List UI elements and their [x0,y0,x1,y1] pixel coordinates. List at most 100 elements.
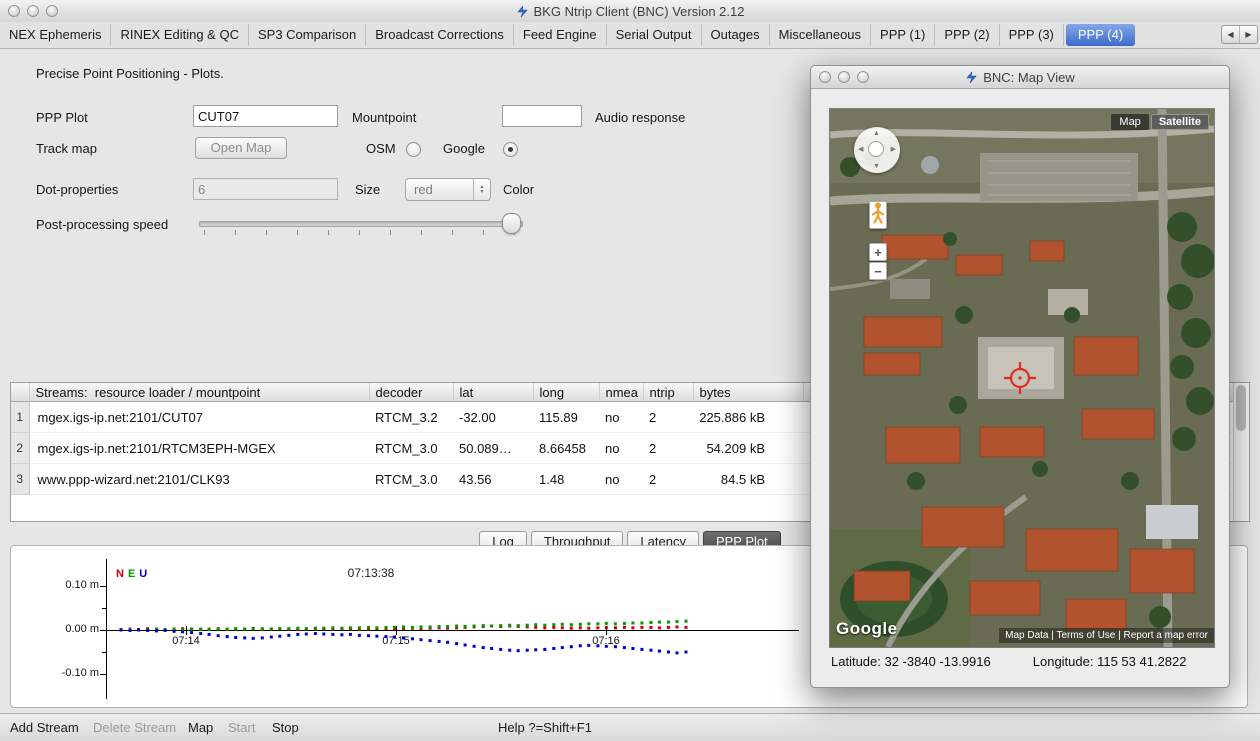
map-view-window: BNC: Map View [810,65,1230,688]
tab-ppp-4[interactable]: PPP (4) [1066,24,1135,46]
ppp-plot-label: PPP Plot [36,110,88,125]
open-map-button[interactable]: Open Map [195,137,287,159]
pegman-icon[interactable] [869,201,887,229]
cell-nmea: no [599,464,643,495]
coordinates-readout: Latitude: 32 -3840 -13.9916 Longitude: 1… [831,654,1215,669]
cell-decoder: RTCM_3.2 [369,402,453,433]
cell-bytes: 84.5 kB [693,464,803,495]
cell-ntrip: 2 [643,464,693,495]
tab-serial-output[interactable]: Serial Output [607,24,702,46]
cell-long: 8.66458 [533,433,599,464]
minimize-button[interactable] [27,5,39,17]
tab-scroll-right-icon[interactable]: ▶ [1240,26,1257,43]
mountpoint-label: Mountpoint [352,110,416,125]
row-number: 1 [11,402,29,433]
map-maximize-button[interactable] [857,71,869,83]
map-button[interactable]: Map [188,720,213,735]
longitude-value: Longitude: 115 53 41.2822 [1033,654,1187,669]
zoom-in-button[interactable]: + [869,243,887,261]
dot-color-select[interactable]: red ▲▼ [405,178,491,201]
start-button[interactable]: Start [228,720,255,735]
pan-up-icon[interactable]: ▲ [873,130,880,137]
map-minimize-button[interactable] [838,71,850,83]
close-button[interactable] [8,5,20,17]
cell-lat: 43.56 [453,464,533,495]
stop-button[interactable]: Stop [272,720,299,735]
col-header-decoder[interactable]: decoder [369,383,453,402]
dot-size-input[interactable] [193,178,338,200]
scrollbar-thumb[interactable] [1236,385,1246,431]
ppp-plot-input[interactable] [193,105,338,127]
google-radio[interactable] [503,142,518,157]
panel-heading: Precise Point Positioning - Plots. [36,66,224,81]
post-processing-speed-slider[interactable] [196,211,526,237]
osm-radio[interactable] [406,142,421,157]
bnc-app-icon [516,5,529,18]
tab-ppp-2[interactable]: PPP (2) [935,24,999,46]
tab-outages[interactable]: Outages [702,24,770,46]
cell-mountpoint: mgex.igs-ip.net:2101/RTCM3EPH-MGEX [29,433,369,464]
row-number: 2 [11,433,29,464]
cell-bytes: 225.886 kB [693,402,803,433]
cell-ntrip: 2 [643,433,693,464]
map-attribution[interactable]: Map Data | Terms of Use | Report a map e… [999,628,1214,643]
maximize-button[interactable] [46,5,58,17]
map-close-button[interactable] [819,71,831,83]
cell-bytes: 54.209 kB [693,433,803,464]
tab-feed-engine[interactable]: Feed Engine [514,24,607,46]
osm-label: OSM [366,141,396,156]
col-header-nmea[interactable]: nmea [599,383,643,402]
cell-mountpoint: mgex.igs-ip.net:2101/CUT07 [29,402,369,433]
cell-lat: -32.00 [453,402,533,433]
tab-sp3-comparison[interactable]: SP3 Comparison [249,24,366,46]
tab-scroll-left-icon[interactable]: ◀ [1222,26,1240,43]
help-hint: Help ?=Shift+F1 [498,720,592,735]
mountpoint-input[interactable] [502,105,582,127]
col-header-mountpoint[interactable]: Streams: resource loader / mountpoint [29,383,369,402]
google-label: Google [443,141,485,156]
slider-tick-marks [204,230,518,235]
bottom-toolbar: Add Stream Delete Stream Map Start Stop … [0,713,1260,741]
map-type-satellite-button[interactable]: Satellite [1151,114,1209,130]
ytick-010: 0.10 m [39,579,99,591]
main-tabbar: NEX Ephemeris RINEX Editing & QC SP3 Com… [0,22,1260,49]
map-titlebar: BNC: Map View [811,66,1229,89]
cell-decoder: RTCM_3.0 [369,433,453,464]
delete-stream-button[interactable]: Delete Stream [93,720,176,735]
add-stream-button[interactable]: Add Stream [10,720,79,735]
map-pan-control[interactable]: ▲ ▼ ◀ ▶ [854,127,900,173]
audio-response-label: Audio response [595,110,685,125]
cell-lat: 50.089… [453,433,533,464]
corner-header [11,383,29,402]
ppp-plot-canvas[interactable] [106,561,806,701]
satellite-map[interactable]: Map Satellite ▲ ▼ ◀ ▶ + − [829,108,1215,648]
tab-ppp-1[interactable]: PPP (1) [871,24,935,46]
pan-right-icon[interactable]: ▶ [891,146,896,153]
cell-nmea: no [599,433,643,464]
tab-ppp-3[interactable]: PPP (3) [1000,24,1064,46]
tab-nex-ephemeris[interactable]: NEX Ephemeris [0,24,111,46]
pan-left-icon[interactable]: ◀ [858,146,863,153]
tab-rinex-editing-qc[interactable]: RINEX Editing & QC [111,24,249,46]
zoom-out-button[interactable]: − [869,262,887,280]
table-scrollbar[interactable] [1233,383,1249,521]
size-label: Size [355,182,380,197]
col-header-lat[interactable]: lat [453,383,533,402]
main-titlebar: BKG Ntrip Client (BNC) Version 2.12 [0,0,1260,23]
slider-handle[interactable] [502,213,521,234]
col-header-long[interactable]: long [533,383,599,402]
slider-groove [199,221,523,227]
tab-broadcast-corrections[interactable]: Broadcast Corrections [366,24,514,46]
pan-center-icon[interactable] [868,141,884,157]
cell-mountpoint: www.ppp-wizard.net:2101/CLK93 [29,464,369,495]
map-type-switch: Map Satellite [1111,114,1209,130]
pan-down-icon[interactable]: ▼ [873,163,880,170]
tab-scroll-control: ◀ ▶ [1221,25,1258,44]
color-label: Color [503,182,534,197]
post-processing-speed-label: Post-processing speed [36,217,168,232]
map-type-map-button[interactable]: Map [1111,114,1148,130]
tab-miscellaneous[interactable]: Miscellaneous [770,24,871,46]
col-header-ntrip[interactable]: ntrip [643,383,693,402]
row-number: 3 [11,464,29,495]
col-header-bytes[interactable]: bytes [693,383,803,402]
